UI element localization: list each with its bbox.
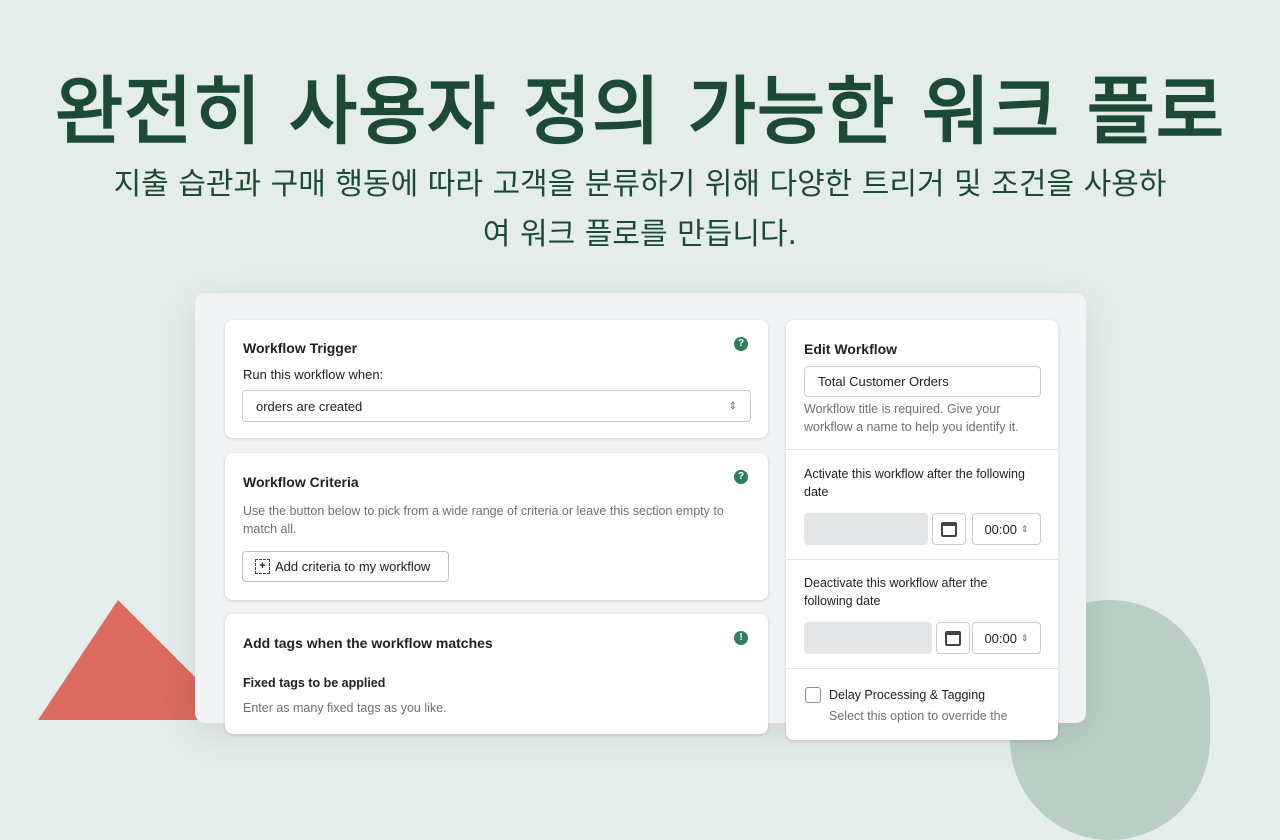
deactivate-time-select[interactable]: 00:00 ⇕ (972, 622, 1041, 654)
deactivate-label: Deactivate this workflow after the follo… (804, 576, 988, 608)
trigger-label: Run this workflow when: (243, 367, 384, 382)
add-tags-card: Add tags when the workflow matches ! Fix… (225, 614, 768, 734)
calendar-icon (945, 630, 961, 646)
deactivate-date-input[interactable] (804, 622, 932, 654)
trigger-value: orders are created (256, 398, 363, 414)
add-icon: + (255, 559, 270, 574)
divider (786, 668, 1058, 669)
edit-workflow-card: Edit Workflow Total Customer Orders Work… (786, 320, 1058, 740)
activate-time-select[interactable]: 00:00 ⇕ (972, 513, 1041, 545)
delay-processing-help: Select this option to override the (829, 709, 1008, 723)
hero-subtitle: 지출 습관과 구매 행동에 따라 고객을 분류하기 위해 다양한 트리거 및 조… (113, 167, 1167, 252)
chevron-updown-icon: ⇕ (1021, 632, 1029, 643)
delay-processing-label: Delay Processing & Tagging (829, 688, 986, 702)
card-title: Workflow Trigger (243, 340, 358, 356)
activate-date-input[interactable] (804, 513, 928, 545)
activate-label: Activate this workflow after the followi… (804, 467, 1025, 499)
workflow-name-value: Total Customer Orders (818, 374, 949, 389)
hero-title: 완전히 사용자 정의 가능한 워크 플로 (54, 69, 1225, 155)
chevron-updown-icon: ⇕ (728, 400, 737, 412)
add-criteria-button[interactable]: + Add criteria to my workflow (242, 551, 449, 582)
add-criteria-label: Add criteria to my workflow (275, 559, 431, 574)
alert-icon: ! (734, 631, 748, 645)
workflow-name-help: Workflow title is required. Give your wo… (804, 402, 1019, 434)
workflow-trigger-card: Workflow Trigger ? Run this workflow whe… (225, 320, 768, 438)
divider (786, 449, 1058, 450)
fixed-tags-label: Fixed tags to be applied (243, 676, 386, 690)
fixed-tags-description: Enter as many fixed tags as you like. (243, 701, 447, 715)
divider (786, 559, 1058, 560)
activate-time-value: 00:00 (984, 521, 1017, 537)
activate-calendar-button[interactable] (932, 513, 966, 545)
trigger-select[interactable]: orders are created ⇕ (242, 390, 751, 422)
card-title: Workflow Criteria (243, 474, 359, 490)
deactivate-time-value: 00:00 (984, 630, 1017, 646)
workflow-name-input[interactable]: Total Customer Orders (804, 366, 1041, 397)
card-title: Edit Workflow (804, 341, 898, 357)
chevron-updown-icon: ⇕ (1021, 523, 1029, 534)
workflow-criteria-card: Workflow Criteria ? Use the button below… (225, 453, 768, 600)
criteria-description: Use the button below to pick from a wide… (243, 504, 724, 536)
delay-processing-checkbox[interactable] (805, 687, 821, 703)
deactivate-calendar-button[interactable] (936, 622, 970, 654)
help-icon[interactable]: ? (734, 337, 748, 351)
calendar-icon (941, 521, 957, 537)
card-title: Add tags when the workflow matches (243, 635, 493, 651)
app-frame: Workflow Trigger ? Run this workflow whe… (195, 293, 1086, 740)
help-icon[interactable]: ? (734, 470, 748, 484)
